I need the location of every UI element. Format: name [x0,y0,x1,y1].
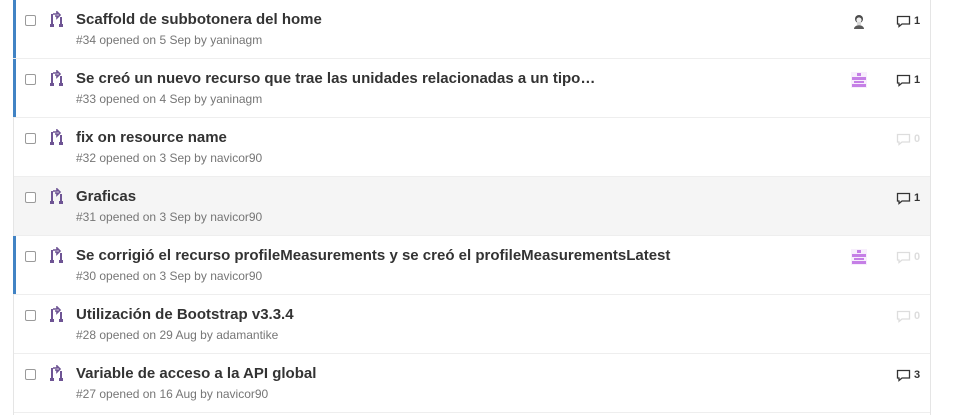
pull-request-icon [50,187,64,206]
select-checkbox[interactable] [25,192,36,203]
pull-request-icon [50,128,64,147]
list-item[interactable]: fix on resource name #32 opened on 3 Sep… [14,118,930,177]
pull-request-icon [50,246,64,265]
comment-icon [896,369,911,382]
pull-request-title[interactable]: Utilización de Bootstrap v3.3.4 [76,306,294,323]
comment-count: 0 [914,310,921,322]
comments-link[interactable]: 0 [896,131,920,147]
comments-link[interactable]: 0 [896,249,920,265]
comment-count: 1 [914,192,921,204]
avatar[interactable] [851,72,867,88]
comment-count: 1 [914,74,921,86]
avatar[interactable] [851,13,867,29]
pull-request-meta: #32 opened on 3 Sep by navicor90 [76,151,263,165]
list-item[interactable]: Se creó un nuevo recurso que trae las un… [13,59,930,118]
pull-request-meta: #28 opened on 29 Aug by adamantike [76,328,279,342]
pull-request-title[interactable]: Graficas [76,188,136,205]
comments-link[interactable]: 1 [896,72,920,88]
pull-request-title[interactable]: Scaffold de subbotonera del home [76,11,322,28]
pull-request-meta: #34 opened on 5 Sep by yaninagm [76,33,263,47]
pull-request-icon [50,364,64,383]
pull-request-meta: #31 opened on 3 Sep by navicor90 [76,210,263,224]
comments-link[interactable]: 0 [896,308,920,324]
comments-link[interactable]: 3 [896,367,920,383]
select-checkbox[interactable] [25,133,36,144]
pull-request-title[interactable]: fix on resource name [76,129,227,146]
pull-request-icon [50,69,64,88]
author-link[interactable]: yaninagm [210,92,262,106]
list-item[interactable]: Utilización de Bootstrap v3.3.4 #28 open… [14,295,930,354]
list-item[interactable]: Graficas #31 opened on 3 Sep by navicor9… [14,177,930,236]
pull-request-meta: #27 opened on 16 Aug by navicor90 [76,387,269,401]
select-checkbox[interactable] [25,369,36,380]
pull-request-title[interactable]: Se creó un nuevo recurso que trae las un… [76,70,595,87]
pull-request-icon [50,10,64,29]
select-checkbox[interactable] [25,310,36,321]
comment-count: 0 [914,133,921,145]
list-item[interactable]: Variable de acceso a la API global #27 o… [14,354,930,413]
comment-count: 0 [914,251,921,263]
comment-icon [896,15,911,28]
comment-icon [896,251,911,264]
avatar[interactable] [851,249,867,265]
author-link[interactable]: navicor90 [210,210,262,224]
pull-request-meta: #30 opened on 3 Sep by navicor90 [76,269,263,283]
author-link[interactable]: yaninagm [210,33,262,47]
comment-count: 3 [914,369,921,381]
list-item[interactable]: Se corrigió el recurso profileMeasuremen… [13,236,930,295]
select-checkbox[interactable] [25,74,36,85]
comment-icon [896,133,911,146]
comment-icon [896,192,911,205]
pull-request-title[interactable]: Variable de acceso a la API global [76,365,316,382]
list-item[interactable]: Scaffold de subbotonera del home #34 ope… [13,0,930,59]
author-link[interactable]: navicor90 [210,151,262,165]
comment-icon [896,74,911,87]
pull-request-icon [50,305,64,324]
pull-request-list: Scaffold de subbotonera del home #34 ope… [13,0,931,415]
author-link[interactable]: navicor90 [216,387,268,401]
author-link[interactable]: navicor90 [210,269,262,283]
comments-link[interactable]: 1 [896,13,920,29]
comments-link[interactable]: 1 [896,190,920,206]
comment-icon [896,310,911,323]
pull-request-meta: #33 opened on 4 Sep by yaninagm [76,92,263,106]
author-link[interactable]: adamantike [216,328,278,342]
select-checkbox[interactable] [25,251,36,262]
select-checkbox[interactable] [25,15,36,26]
pull-request-title[interactable]: Se corrigió el recurso profileMeasuremen… [76,247,670,264]
comment-count: 1 [914,15,921,27]
